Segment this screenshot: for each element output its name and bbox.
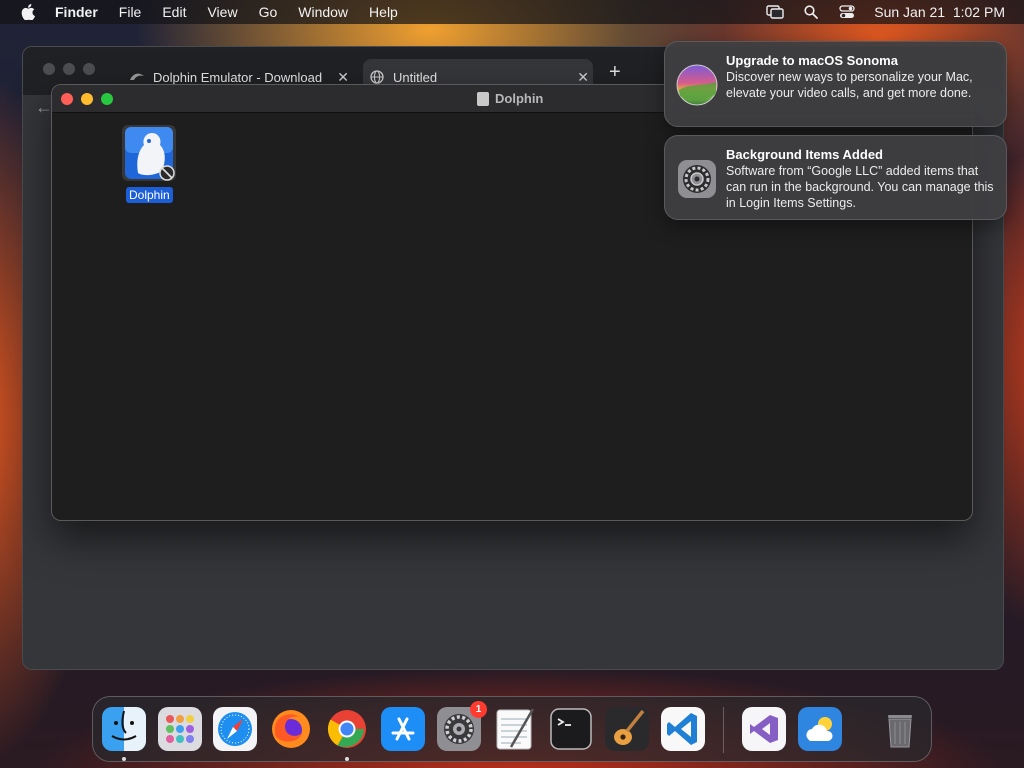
spotlight-search-icon[interactable] [802,4,820,20]
notification-title: Background Items Added [726,147,883,162]
dock-textedit-icon[interactable] [493,707,537,751]
menu-app-finder[interactable]: Finder [55,4,98,20]
menu-go[interactable]: Go [259,4,278,20]
control-center-icon[interactable] [838,4,856,20]
dock-trash-icon[interactable] [878,707,922,751]
notification-body: Software from “Google LLC” added items t… [726,164,994,210]
dock-separator [723,707,724,753]
globe-icon [369,69,385,85]
notification-body: Discover new ways to personalize your Ma… [726,70,973,100]
dock-chrome-icon[interactable] [325,707,369,751]
disk-image-icon [477,91,489,106]
new-tab-button[interactable]: + [609,61,621,84]
dock-finder-icon[interactable] [102,707,146,751]
window-controls [61,93,113,105]
dolphin-app-icon[interactable] [122,125,176,181]
menu-edit[interactable]: Edit [162,4,186,20]
file-name-label[interactable]: Dolphin [126,187,173,203]
dock-vscode-icon[interactable] [661,707,705,751]
apple-menu-icon[interactable] [17,4,39,20]
dock-terminal-icon[interactable] [549,707,593,751]
screen-mirroring-icon[interactable] [766,4,784,20]
notification-background-items[interactable]: Background Items Added Software from “Go… [664,135,1007,220]
macos-sonoma-icon [676,64,718,106]
dock-garageband-icon[interactable] [605,707,649,751]
window-title: Dolphin [477,91,543,106]
notification-badge: 1 [470,701,487,718]
running-indicator [345,757,349,761]
chrome-zoom-dot[interactable] [83,63,95,75]
dock-firefox-icon[interactable] [269,707,313,751]
window-title-text: Dolphin [495,91,544,106]
chrome-window-controls [43,63,95,75]
tab-title: Dolphin Emulator - Download [153,69,323,85]
menu-view[interactable]: View [207,4,237,20]
notification-title: Upgrade to macOS Sonoma [726,53,898,68]
tab-title: Untitled [393,69,438,85]
close-button[interactable] [61,93,73,105]
dock-system-settings-icon[interactable]: 1 [437,701,487,751]
dock-app-store-icon[interactable] [381,707,425,751]
tab-close-icon[interactable]: ✕ [577,69,589,86]
minimize-button[interactable] [81,93,93,105]
dock-weather-icon[interactable] [798,707,842,751]
dock-safari-icon[interactable] [213,707,257,751]
dock-launchpad-icon[interactable] [158,707,202,751]
chrome-minimize-dot[interactable] [63,63,75,75]
menu-window[interactable]: Window [298,4,348,20]
menubar-clock[interactable]: Sun Jan 21 1:02 PM [874,4,1005,20]
zoom-button[interactable] [101,93,113,105]
system-settings-icon [676,158,718,200]
menu-help[interactable]: Help [369,4,398,20]
dolphin-favicon-icon [129,69,145,85]
dock-visual-studio-icon[interactable] [742,707,786,751]
chrome-close-dot[interactable] [43,63,55,75]
menu-bar: Finder File Edit View Go Window Help Sun… [0,0,1024,24]
running-indicator [122,757,126,761]
dock: 1 [92,696,932,762]
file-item-dolphin[interactable]: Dolphin [118,123,182,207]
menu-file[interactable]: File [119,4,142,20]
notification-upgrade-sonoma[interactable]: Upgrade to macOS Sonoma Discover new way… [664,41,1007,127]
tab-close-icon[interactable]: ✕ [337,69,349,86]
